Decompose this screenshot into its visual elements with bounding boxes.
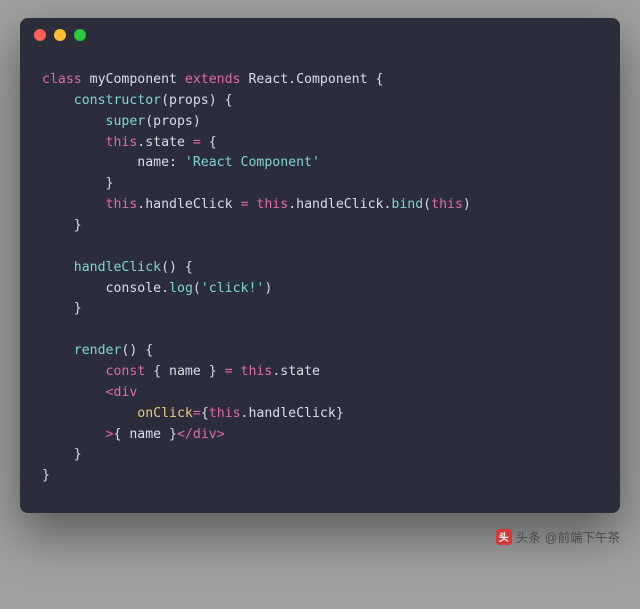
class-name: myComponent — [82, 72, 185, 87]
code-block: class myComponent extends React.Componen… — [20, 52, 620, 513]
brace: { — [375, 72, 383, 87]
string-literal: 'React Component' — [185, 155, 320, 170]
jsx-tag: div — [193, 427, 217, 442]
prop-name: name: — [137, 155, 185, 170]
zoom-icon[interactable] — [74, 29, 86, 41]
superclass: React.Component — [241, 72, 376, 87]
this-keyword: this — [106, 135, 138, 150]
handleclick-fn: handleClick — [74, 260, 161, 275]
keyword-extends: extends — [185, 72, 241, 87]
super-call: super — [106, 114, 146, 129]
string-literal: 'click!' — [201, 281, 265, 296]
window-titlebar — [20, 18, 620, 52]
params: (props) { — [161, 93, 232, 108]
const-keyword: const — [106, 364, 146, 379]
keyword-class: class — [42, 72, 82, 87]
render-fn: render — [74, 343, 122, 358]
minimize-icon[interactable] — [54, 29, 66, 41]
log-fn: log — [169, 281, 193, 296]
jsx-tag: div — [113, 385, 137, 400]
bind-fn: bind — [391, 197, 423, 212]
watermark-prefix: 头条 — [516, 527, 541, 546]
watermark-handle: @前端下午茶 — [545, 527, 620, 546]
watermark: 头 头条 @前端下午茶 — [20, 527, 620, 546]
toutiao-logo-icon: 头 — [496, 529, 512, 545]
code-window: class myComponent extends React.Componen… — [20, 18, 620, 513]
jsx-attr: onClick — [137, 406, 193, 421]
close-icon[interactable] — [34, 29, 46, 41]
constructor-fn: constructor — [74, 93, 161, 108]
